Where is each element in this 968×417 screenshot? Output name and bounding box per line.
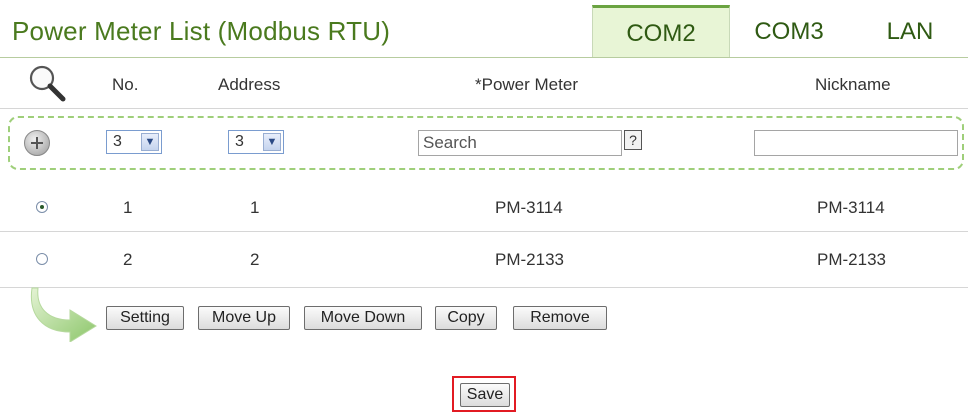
- chevron-down-icon: ▼: [263, 133, 281, 151]
- row-no: 2: [123, 250, 133, 269]
- setting-button[interactable]: Setting: [106, 306, 184, 330]
- row-nickname: PM-2133: [817, 250, 886, 269]
- row-power-meter: PM-2133: [495, 250, 564, 269]
- tab-com3[interactable]: COM3: [734, 5, 844, 57]
- move-down-button[interactable]: Move Down: [304, 306, 422, 330]
- address-select[interactable]: 3 ▼: [228, 130, 284, 154]
- column-header-nickname: Nickname: [815, 75, 891, 94]
- curved-arrow-icon: [30, 286, 104, 343]
- no-select[interactable]: 3 ▼: [106, 130, 162, 154]
- row-no: 1: [123, 198, 133, 217]
- row-power-meter: PM-3114: [495, 198, 563, 217]
- help-button[interactable]: ?: [624, 130, 642, 150]
- address-select-value: 3: [235, 133, 244, 150]
- no-select-value: 3: [113, 133, 122, 150]
- row-address: 2: [250, 250, 260, 269]
- chevron-down-icon: ▼: [141, 133, 159, 151]
- row-nickname: PM-3114: [817, 198, 885, 217]
- add-row: 3 ▼ 3 ▼ Search ?: [8, 116, 964, 170]
- row-divider: [0, 287, 968, 288]
- table-row[interactable]: 2 2 PM-2133 PM-2133: [0, 232, 968, 288]
- nickname-input[interactable]: [754, 130, 958, 156]
- tab-lan[interactable]: LAN: [854, 5, 966, 57]
- tab-bar: COM2 COM3 LAN: [592, 5, 968, 57]
- row-radio[interactable]: [36, 253, 48, 265]
- power-meter-search-input[interactable]: Search: [418, 130, 622, 156]
- row-radio-selected[interactable]: [36, 201, 48, 213]
- save-button[interactable]: Save: [460, 383, 510, 407]
- row-address: 1: [250, 198, 260, 217]
- search-icon[interactable]: [26, 62, 70, 106]
- header-bottom-divider: [0, 108, 968, 109]
- column-header-address: Address: [218, 75, 281, 94]
- header-divider: [0, 57, 968, 58]
- tab-com2[interactable]: COM2: [592, 5, 730, 57]
- page-title: Power Meter List (Modbus RTU): [12, 16, 391, 46]
- move-up-button[interactable]: Move Up: [198, 306, 290, 330]
- remove-button[interactable]: Remove: [513, 306, 607, 330]
- copy-button[interactable]: Copy: [435, 306, 497, 330]
- column-header-no: No.: [112, 75, 139, 94]
- column-header-power-meter: *Power Meter: [475, 75, 578, 94]
- add-icon[interactable]: [24, 130, 50, 156]
- table-row[interactable]: 1 1 PM-3114 PM-3114: [0, 180, 968, 236]
